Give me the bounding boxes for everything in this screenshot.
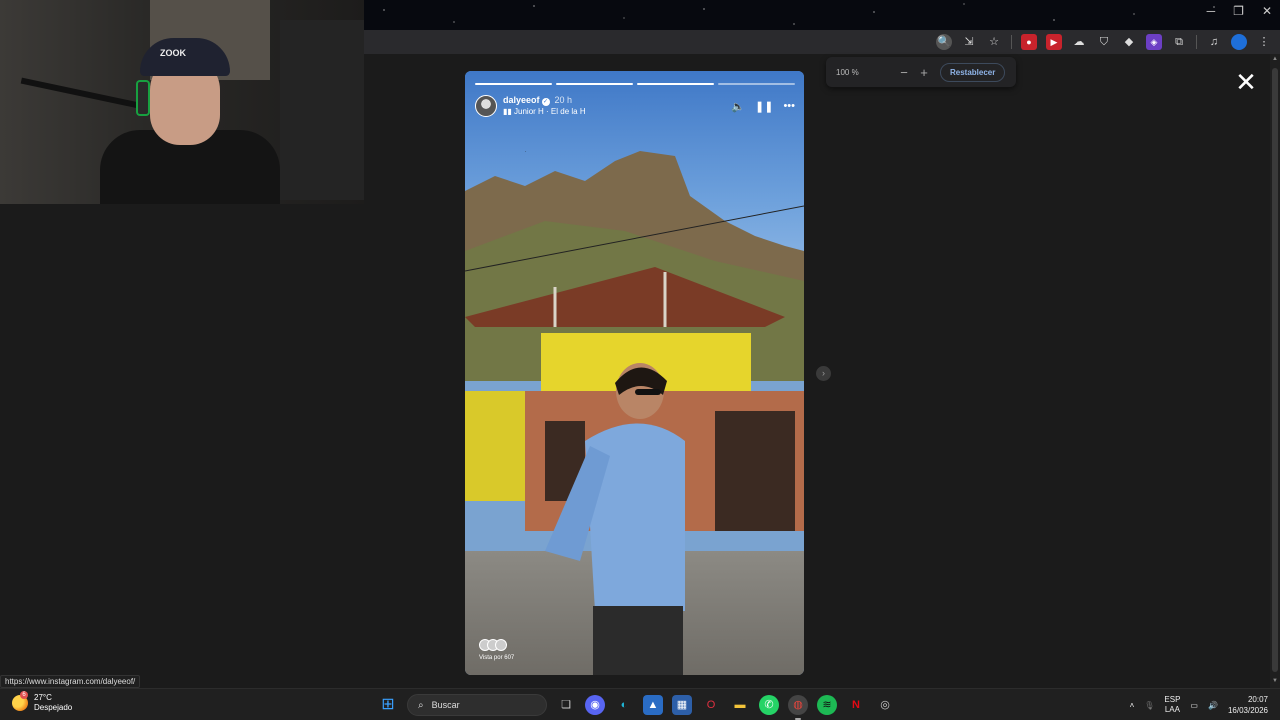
tray-overflow-icon[interactable]: ˄ [1130,701,1135,710]
more-options-icon[interactable]: ••• [783,100,795,112]
zoom-reset-button[interactable]: Restablecer [940,62,1006,82]
story-meta: dalyeeof ✓ 20 h ▮▮ Junior H · El de la H [503,94,586,118]
extensions-puzzle-icon[interactable]: ⧉ [1171,34,1187,50]
verified-badge-icon: ✓ [541,98,550,106]
story-actions: 🔈 ❚❚ ••• [731,100,795,113]
minimize-icon[interactable]: ─ [1207,4,1216,18]
taskbar-apps: ⊞ ⌕ Buscar ❏ ◉ ◐ ▲ ▦ O ▬ ✆ ◍ ≋ N ◎ [378,689,895,720]
media-control-icon[interactable]: ♫ [1206,34,1222,50]
left-background [0,204,364,688]
viewers-label: Vista por 607 [479,655,515,661]
scroll-up-icon[interactable]: ▲ [1271,56,1279,64]
story-time: 20 h [554,95,573,105]
weather-widget[interactable]: 6 27°C Despejado [12,691,73,713]
browser-titlebar: ─ ❐ ✕ [364,0,1280,30]
browser-menu-icon[interactable]: ⋮ [1256,34,1272,50]
sun-icon: 6 [12,691,28,711]
weather-desc: Despejado [34,703,73,712]
zoom-popup: 100 % − + Restablecer [826,57,1016,87]
music-bars-icon: ▮▮ [503,107,515,116]
page-scrollbar[interactable]: ▲ ▼ [1270,54,1280,688]
weather-badge: 6 [20,691,28,699]
search-icon: ⌕ [418,699,424,711]
mute-icon[interactable]: 🔈 [731,100,745,113]
opera-icon[interactable]: O [701,695,721,715]
scroll-thumb[interactable] [1272,68,1278,672]
desktop-screen: ZOOK ─ ❐ ✕ 🔍 ⇲ ☆ ● ▶ ☁ ⛉ ◆ ◈ ⧉ ♫ ⋮ 100 %… [0,0,1280,720]
viewer-avatars [479,639,514,651]
system-tray: ˄ 🎙 ESP LAA ▭ 🔊 20:07 16/03/2026 [1130,689,1268,720]
language-indicator[interactable]: ESP LAA [1164,695,1180,715]
scroll-down-icon[interactable]: ▼ [1271,678,1279,686]
story-music[interactable]: ▮▮ Junior H · El de la H [503,106,586,118]
windows-taskbar: 6 27°C Despejado ⊞ ⌕ Buscar ❏ ◉ ◐ ▲ ▦ O … [0,688,1280,720]
close-window-icon[interactable]: ✕ [1262,4,1272,18]
search-placeholder: Buscar [431,700,460,710]
zoom-out-button[interactable]: − [894,65,914,80]
toolbar-divider [1011,35,1012,49]
zoom-level: 100 % [836,67,859,77]
progress-segment [718,83,795,85]
maximize-icon[interactable]: ❐ [1233,4,1244,18]
extension-cloud-icon[interactable]: ☁ [1071,34,1087,50]
viewer-avatar [495,639,507,651]
install-app-icon[interactable]: ⇲ [961,34,977,50]
webcam-overlay: ZOOK [0,0,364,204]
story-progress [475,83,795,85]
edge-icon[interactable]: ◐ [614,695,634,715]
progress-segment [475,83,552,85]
obs-icon[interactable]: ◎ [875,695,895,715]
whatsapp-icon[interactable]: ✆ [759,695,779,715]
microphone [136,80,150,116]
zoom-in-button[interactable]: + [914,65,934,80]
extension-red-icon[interactable]: ● [1021,34,1037,50]
discord-icon[interactable]: ◉ [585,695,605,715]
story-viewers[interactable]: Vista por 607 [479,639,514,661]
link-status-bar: https://www.instagram.com/dalyeeof/ [0,675,141,688]
task-view-icon[interactable]: ❏ [556,695,576,715]
mic-arm [20,77,140,109]
gate [715,411,795,531]
zoom-icon[interactable]: 🔍 [936,34,952,50]
spotify-icon[interactable]: ≋ [817,695,837,715]
browser-toolbar: 🔍 ⇲ ☆ ● ▶ ☁ ⛉ ◆ ◈ ⧉ ♫ ⋮ [364,30,1280,54]
next-story-button[interactable]: › [816,366,831,381]
progress-segment [637,83,714,85]
toolbar-divider [1196,35,1197,49]
profile-avatar-icon[interactable] [1231,34,1247,50]
clock[interactable]: 20:07 16/03/2026 [1228,694,1268,716]
story-card[interactable]: dalyeeof ✓ 20 h ▮▮ Junior H · El de la H 🔈… [465,71,804,675]
extension-purple-icon[interactable]: ◈ [1146,34,1162,50]
extension-youtube-icon[interactable]: ▶ [1046,34,1062,50]
file-explorer-icon[interactable]: ▬ [730,695,750,715]
story-header: dalyeeof ✓ 20 h ▮▮ Junior H · El de la H 🔈… [475,93,795,119]
webcam-shelf [280,20,364,200]
story-username[interactable]: dalyeeof [503,95,540,105]
extension-shield-icon[interactable]: ⛉ [1096,34,1112,50]
bookmark-star-icon[interactable]: ☆ [986,34,1002,50]
network-icon[interactable]: ▭ [1190,701,1198,710]
taskbar-search[interactable]: ⌕ Buscar [407,694,547,716]
volume-icon[interactable]: 🔊 [1208,701,1218,710]
windows-start-icon[interactable]: ⊞ [378,695,398,715]
store-icon[interactable]: ▦ [672,695,692,715]
weather-temp: 27°C [34,693,52,702]
microphone-icon[interactable]: 🎙 [1144,701,1154,710]
chrome-icon[interactable]: ◍ [788,695,808,720]
close-story-button[interactable]: ✕ [1234,69,1258,95]
story-person [545,363,685,675]
story-avatar[interactable] [475,95,497,117]
cap-logo-text: ZOOK [160,48,186,58]
house-roof [465,267,785,327]
progress-segment [556,83,633,85]
netflix-icon[interactable]: N [846,695,866,715]
window-controls: ─ ❐ ✕ [1207,4,1272,18]
pause-icon[interactable]: ❚❚ [755,100,773,113]
extension-diamond-icon[interactable]: ◆ [1121,34,1137,50]
photos-icon[interactable]: ▲ [643,695,663,715]
